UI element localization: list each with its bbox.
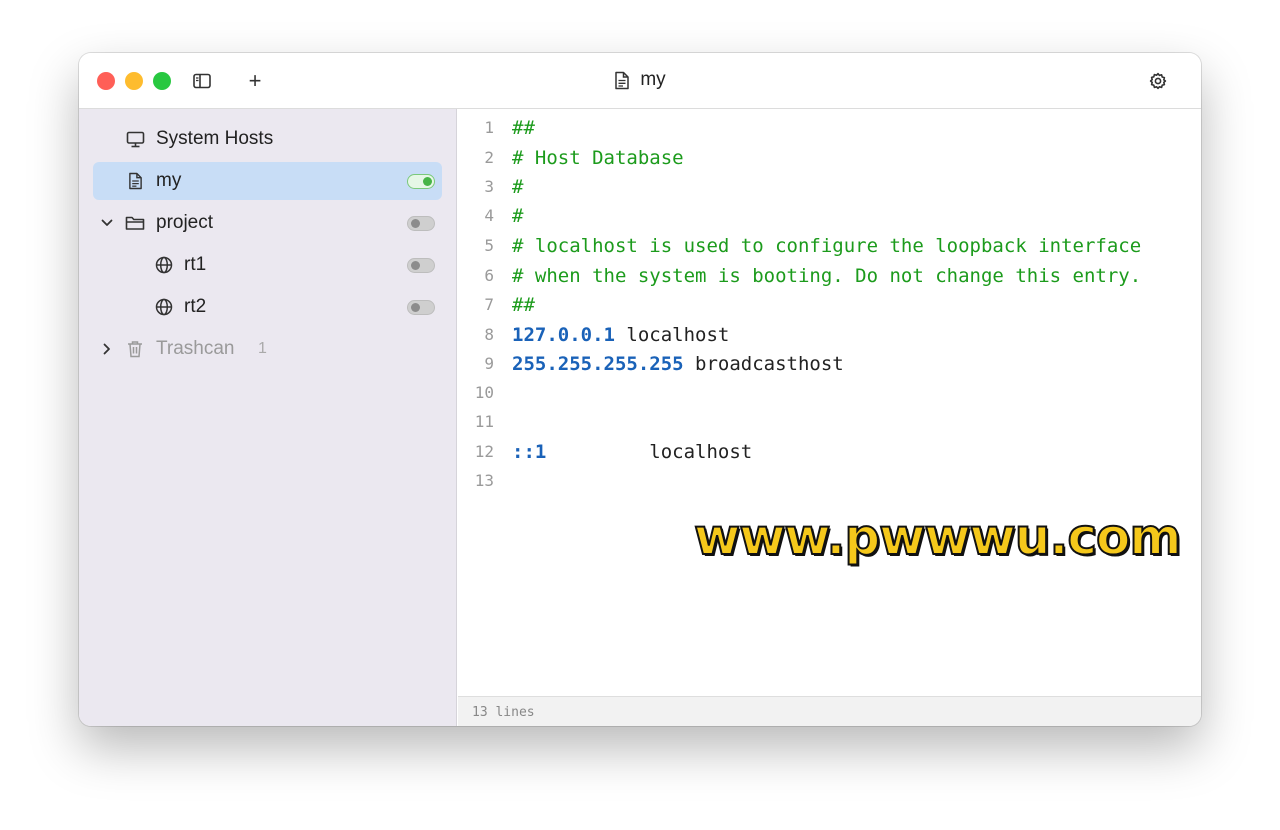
close-window-button[interactable] bbox=[97, 72, 115, 90]
hostname: broadcasthost bbox=[683, 353, 844, 375]
line-number: 12 bbox=[474, 442, 494, 461]
line-text: ## bbox=[512, 117, 535, 139]
editor-line: 4 # bbox=[458, 201, 1201, 231]
enable-toggle-my[interactable] bbox=[407, 174, 435, 189]
ip-address: ::1 bbox=[512, 441, 547, 463]
line-text: ## bbox=[512, 294, 535, 316]
line-number: 5 bbox=[484, 236, 494, 255]
line-number: 2 bbox=[484, 148, 494, 167]
editor-line: 7 ## bbox=[458, 290, 1201, 320]
line-count: 13 lines bbox=[472, 705, 535, 720]
trash-icon bbox=[125, 339, 145, 359]
editor-line: 11 bbox=[458, 407, 1201, 437]
line-number: 9 bbox=[484, 354, 494, 373]
document-icon bbox=[615, 71, 630, 89]
enable-toggle-rt1[interactable] bbox=[407, 258, 435, 273]
line-number: 13 bbox=[474, 471, 494, 490]
editor-line: 1 ## bbox=[458, 113, 1201, 143]
chevron-right-icon[interactable] bbox=[99, 341, 115, 357]
line-text: # localhost is used to configure the loo… bbox=[512, 235, 1142, 257]
sidebar-item-system-hosts[interactable]: System Hosts bbox=[93, 120, 442, 158]
chevron-down-icon[interactable] bbox=[99, 215, 115, 231]
line-text: # when the system is booting. Do not cha… bbox=[512, 265, 1142, 287]
sidebar-item-label: rt2 bbox=[184, 296, 207, 317]
minimize-window-button[interactable] bbox=[125, 72, 143, 90]
sidebar-toggle-button[interactable] bbox=[191, 70, 213, 92]
gear-icon bbox=[1149, 72, 1167, 90]
editor-line: 12::1 localhost bbox=[458, 437, 1201, 467]
plus-icon: + bbox=[248, 68, 262, 93]
sidebar-item-my[interactable]: my bbox=[93, 162, 442, 200]
sidebar-icon bbox=[193, 73, 211, 89]
sidebar-item-label: project bbox=[156, 212, 214, 233]
sidebar-item-trashcan[interactable]: Trashcan 1 bbox=[93, 330, 442, 368]
line-text: 127.0.0.1 localhost bbox=[512, 320, 729, 350]
sidebar-item-rt1[interactable]: rt1 bbox=[93, 246, 442, 284]
zoom-window-button[interactable] bbox=[153, 72, 171, 90]
editor-line: 5 # localhost is used to configure the lo… bbox=[458, 231, 1201, 261]
sidebar-item-label: rt1 bbox=[184, 254, 207, 275]
line-number: 8 bbox=[484, 325, 494, 344]
ip-address: 127.0.0.1 bbox=[512, 324, 615, 346]
line-number: 7 bbox=[484, 295, 494, 314]
line-text: # Host Database bbox=[512, 147, 684, 169]
line-text: # bbox=[512, 205, 524, 227]
sidebar-item-rt2[interactable]: rt2 bbox=[93, 288, 442, 326]
editor-line: 10 bbox=[458, 378, 1201, 408]
line-number: 11 bbox=[474, 412, 494, 431]
folder-icon bbox=[125, 213, 145, 233]
editor-line: 9 255.255.255.255 broadcasthost bbox=[458, 349, 1201, 379]
editor-line: 3 # bbox=[458, 172, 1201, 202]
add-hosts-button[interactable]: + bbox=[244, 68, 266, 93]
document-icon bbox=[125, 171, 145, 191]
app-window: + my System Hosts my project rt1 rt2 Tra… bbox=[79, 53, 1201, 726]
line-number: 10 bbox=[474, 383, 494, 402]
hostname: localhost bbox=[614, 324, 730, 346]
line-text: # bbox=[512, 176, 524, 198]
line-number: 3 bbox=[484, 177, 494, 196]
title-bar: + my bbox=[79, 53, 1201, 109]
status-bar: 13 lines bbox=[458, 696, 1201, 726]
monitor-icon bbox=[125, 129, 145, 149]
line-text: 255.255.255.255 broadcasthost bbox=[512, 349, 844, 379]
sidebar: System Hosts my project rt1 rt2 Trashcan… bbox=[79, 109, 457, 726]
line-number: 1 bbox=[484, 118, 494, 137]
editor-line: 8 127.0.0.1 localhost bbox=[458, 320, 1201, 350]
enable-toggle-rt2[interactable] bbox=[407, 300, 435, 315]
editor-line: 2 # Host Database bbox=[458, 143, 1201, 173]
enable-toggle-project[interactable] bbox=[407, 216, 435, 231]
trashcan-count-badge: 1 bbox=[258, 340, 267, 357]
watermark: www.pwwwu.com bbox=[693, 507, 1182, 567]
editor-line: 6 # when the system is booting. Do not ch… bbox=[458, 261, 1201, 291]
line-text: ::1 localhost bbox=[512, 437, 752, 467]
hosts-editor[interactable]: 1 ## 2 # Host Database 3 # 4 # 5 # localhost … bbox=[458, 109, 1201, 696]
window-title-text: my bbox=[640, 69, 666, 90]
editor-line: 13 bbox=[458, 466, 1201, 496]
line-number: 6 bbox=[484, 266, 494, 285]
settings-button[interactable] bbox=[1147, 70, 1169, 92]
globe-icon bbox=[154, 297, 174, 317]
line-number: 4 bbox=[484, 206, 494, 225]
hostname: localhost bbox=[546, 441, 753, 463]
sidebar-item-label: Trashcan bbox=[156, 338, 235, 359]
sidebar-item-project[interactable]: project bbox=[93, 204, 442, 242]
ip-address: 255.255.255.255 bbox=[512, 353, 684, 375]
sidebar-item-label: System Hosts bbox=[156, 128, 274, 149]
globe-icon bbox=[154, 255, 174, 275]
sidebar-item-label: my bbox=[156, 170, 182, 191]
